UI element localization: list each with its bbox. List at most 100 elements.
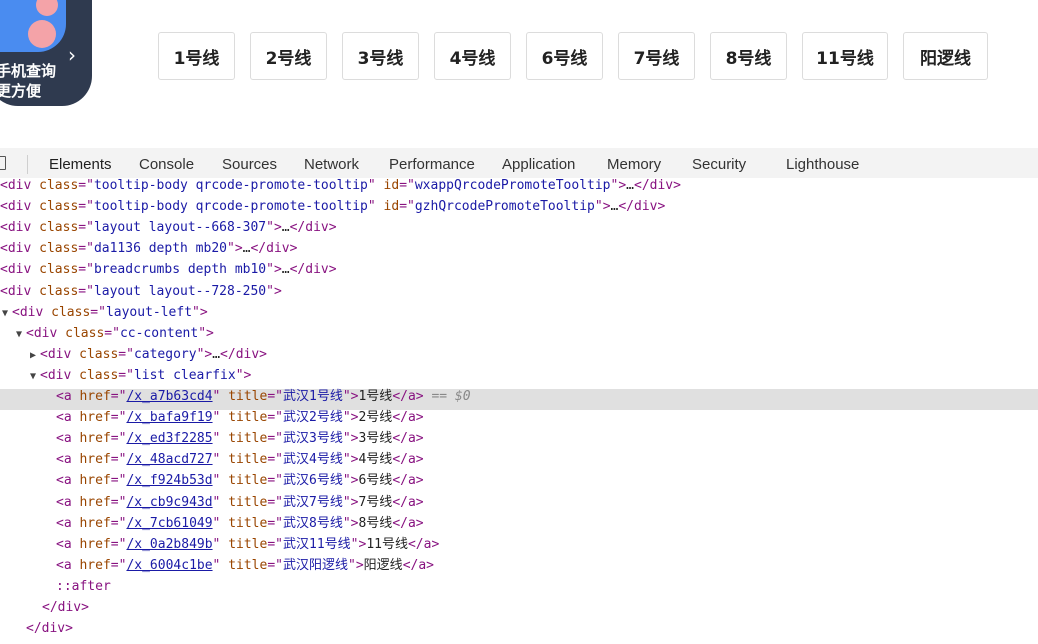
attr-name: class: [79, 367, 119, 383]
tab-sources[interactable]: Sources: [222, 156, 277, 173]
link-text: 2号线: [358, 410, 393, 426]
dom-node-link[interactable]: <a href="/x_6004c1be" title="武汉阳逻线">阳逻线<…: [0, 558, 1038, 579]
dom-node[interactable]: ▼ <div class="list clearfix">: [0, 368, 1038, 389]
attr-name: title: [228, 389, 268, 404]
attr-value-class: layout layout--668-307: [93, 220, 267, 236]
punct: ": [198, 325, 207, 341]
line-button[interactable]: 1号线: [158, 32, 235, 80]
attr-name: class: [51, 304, 91, 320]
dom-node[interactable]: ▼ <div class="layout-left">: [0, 305, 1038, 326]
dom-node-link[interactable]: <a href="/x_ed3f2285" title="武汉3号线">3号线<…: [0, 431, 1038, 452]
dom-node-link[interactable]: <a href="/x_7cb61049" title="武汉8号线">8号线<…: [0, 516, 1038, 537]
href-link[interactable]: /x_cb9c943d: [126, 495, 212, 510]
tag-bracket: >: [273, 283, 282, 299]
attr-value-title: 武汉3号线: [283, 431, 343, 447]
punct: =": [267, 410, 283, 426]
punct: =": [110, 536, 127, 552]
attr-name: title: [228, 431, 268, 447]
href-link[interactable]: /x_bafa9f19: [126, 410, 212, 425]
line-button[interactable]: 7号线: [618, 32, 695, 80]
dom-node-link[interactable]: <a href="/x_bafa9f19" title="武汉2号线">2号线<…: [0, 410, 1038, 431]
line-button[interactable]: 阳逻线: [903, 32, 988, 80]
tag-close: </div>: [289, 262, 337, 278]
line-button[interactable]: 11号线: [802, 32, 888, 80]
expand-triangle-icon[interactable]: ▼: [30, 369, 40, 385]
dom-node[interactable]: ▼ <div class="cc-content">: [0, 326, 1038, 347]
tab-lighthouse[interactable]: Lighthouse: [786, 156, 859, 173]
tab-security[interactable]: Security: [692, 156, 746, 173]
dom-node[interactable]: <div class="tooltip-body qrcode-promote-…: [0, 199, 1038, 220]
dom-node[interactable]: ▶ <div class="category">…</div>: [0, 347, 1038, 368]
href-link[interactable]: /x_0a2b849b: [126, 537, 212, 552]
tab-elements[interactable]: Elements: [49, 156, 112, 173]
href-link[interactable]: /x_ed3f2285: [126, 431, 212, 446]
attr-value-class: tooltip-body qrcode-promote-tooltip: [93, 178, 368, 193]
punct: =": [267, 515, 283, 531]
collapse-triangle-icon[interactable]: ▶: [30, 348, 40, 364]
attr-name: href: [79, 431, 111, 447]
attr-name: class: [39, 262, 79, 278]
punct: =": [267, 473, 283, 489]
attr-value-class: tooltip-body qrcode-promote-tooltip: [93, 199, 368, 215]
tab-application[interactable]: Application: [502, 156, 575, 173]
line-button[interactable]: 8号线: [710, 32, 787, 80]
collapsed-ellipsis[interactable]: …: [212, 347, 220, 362]
dom-node[interactable]: </div>: [0, 600, 1038, 621]
dom-node-link[interactable]: <a href="/x_48acd727" title="武汉4号线">4号线<…: [0, 452, 1038, 473]
tag-close: </a>: [392, 515, 424, 531]
href-link[interactable]: /x_f924b53d: [126, 473, 212, 488]
dom-node-link[interactable]: <a href="/x_0a2b849b" title="武汉11号线">11号…: [0, 537, 1038, 558]
attr-name: class: [39, 241, 79, 257]
attr-name: id: [383, 199, 400, 215]
punct: =": [110, 557, 127, 573]
dom-node[interactable]: <div class="breadcrumbs depth mb10">…</d…: [0, 262, 1038, 283]
dom-node[interactable]: </div>: [0, 621, 1038, 642]
href-link[interactable]: /x_6004c1be: [126, 558, 212, 573]
collapsed-ellipsis[interactable]: …: [282, 220, 290, 235]
mobile-promo-banner[interactable]: › 手机查询 更方便: [0, 0, 92, 106]
expand-triangle-icon[interactable]: ▼: [2, 306, 12, 322]
dom-node[interactable]: <div class="tooltip-body qrcode-promote-…: [0, 178, 1038, 199]
line-button[interactable]: 6号线: [526, 32, 603, 80]
line-button[interactable]: 4号线: [434, 32, 511, 80]
punct: =": [267, 431, 283, 447]
tab-memory[interactable]: Memory: [607, 156, 661, 173]
collapsed-ellipsis[interactable]: …: [282, 262, 290, 277]
tab-network[interactable]: Network: [304, 156, 359, 173]
dom-node-link[interactable]: <a href="/x_f924b53d" title="武汉6号线">6号线<…: [0, 473, 1038, 494]
dom-node[interactable]: <div class="layout layout--728-250">: [0, 284, 1038, 305]
dom-node[interactable]: <div class="layout layout--668-307">…</d…: [0, 220, 1038, 241]
line-button[interactable]: 3号线: [342, 32, 419, 80]
dom-node[interactable]: <div class="da1136 depth mb20">…</div>: [0, 241, 1038, 262]
href-link[interactable]: /x_7cb61049: [126, 516, 212, 531]
punct: =": [110, 389, 127, 404]
attr-name: title: [228, 515, 268, 531]
dock-toggle-icon[interactable]: [0, 156, 6, 170]
line-button[interactable]: 2号线: [250, 32, 327, 80]
dom-node[interactable]: ::after: [0, 579, 1038, 600]
tag-close: </div>: [289, 220, 337, 236]
tag-close: </div>: [250, 241, 298, 257]
promo-text-line2: 更方便: [0, 82, 42, 100]
punct: ">: [342, 515, 359, 531]
tab-console[interactable]: Console: [139, 156, 194, 173]
collapsed-ellipsis[interactable]: …: [626, 178, 634, 193]
punct: =": [267, 536, 283, 552]
tag-close: </a>: [392, 473, 424, 489]
attr-name: href: [79, 515, 111, 531]
link-text: 7号线: [358, 494, 393, 510]
dom-node-link[interactable]: <a href="/x_a7b63cd4" title="武汉1号线">1号线<…: [0, 389, 1038, 410]
tag-open: <div: [0, 283, 32, 299]
punct: =": [118, 367, 134, 383]
tab-performance[interactable]: Performance: [389, 156, 475, 173]
tag-close: </div>: [26, 621, 73, 637]
tag-bracket: >: [206, 325, 214, 341]
expand-triangle-icon[interactable]: ▼: [16, 327, 26, 343]
punct: ": [266, 220, 274, 236]
attr-name: href: [79, 389, 111, 404]
href-link[interactable]: /x_48acd727: [126, 452, 212, 467]
href-link[interactable]: /x_a7b63cd4: [126, 389, 212, 404]
punct: ">: [348, 557, 364, 573]
punct: =": [104, 325, 120, 341]
dom-node-link[interactable]: <a href="/x_cb9c943d" title="武汉7号线">7号线<…: [0, 495, 1038, 516]
